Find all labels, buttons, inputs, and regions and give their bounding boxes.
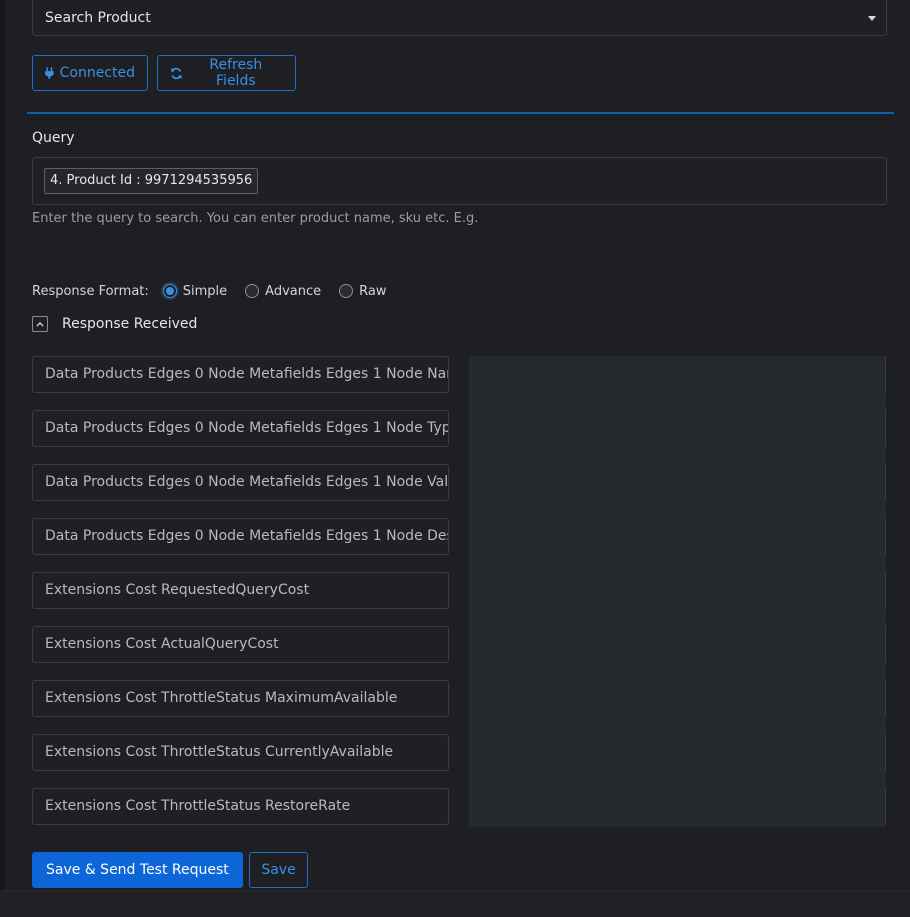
radio-dot-icon xyxy=(162,284,177,298)
radio-advance-label: Advance xyxy=(265,283,322,299)
response-field-name[interactable]: Data Products Edges 0 Node Metafields Ed… xyxy=(32,464,449,501)
response-field-name[interactable]: Extensions Cost RequestedQueryCost xyxy=(32,572,449,609)
query-label: Query xyxy=(32,130,75,146)
chevron-up-icon[interactable] xyxy=(32,316,48,332)
response-field-name[interactable]: Extensions Cost ThrottleStatus Currently… xyxy=(32,734,449,771)
response-received-label: Response Received xyxy=(62,316,198,332)
response-field-name[interactable]: Data Products Edges 0 Node Metafields Ed… xyxy=(32,518,449,555)
response-format-group: Response Format: Simple Advance Raw xyxy=(32,281,404,301)
query-help-text: Enter the query to search. You can enter… xyxy=(32,211,479,226)
section-divider xyxy=(27,112,894,114)
response-value[interactable] xyxy=(469,464,886,501)
save-button[interactable]: Save xyxy=(249,852,308,888)
radio-dot-icon xyxy=(245,284,260,298)
response-field-name[interactable]: Extensions Cost ThrottleStatus MaximumAv… xyxy=(32,680,449,717)
plug-icon xyxy=(45,67,54,79)
product-select-value: Search Product xyxy=(45,10,151,26)
radio-raw[interactable]: Raw xyxy=(339,284,386,299)
response-value[interactable] xyxy=(469,518,886,555)
response-value[interactable] xyxy=(469,410,886,447)
response-field-name[interactable]: Data Products Edges 0 Node Metafields Ed… xyxy=(32,410,449,447)
radio-advance[interactable]: Advance xyxy=(245,284,321,299)
radio-dot-icon xyxy=(339,284,354,298)
response-value[interactable] xyxy=(469,788,886,825)
connected-label: Connected xyxy=(59,65,135,81)
query-input[interactable]: 4. Product Id : 9971294535956 xyxy=(32,157,887,205)
refresh-fields-label: Refresh Fields xyxy=(209,57,263,89)
response-received-toggle[interactable]: Response Received xyxy=(32,316,197,332)
response-format-label: Response Format: xyxy=(32,283,149,299)
radio-simple[interactable]: Simple xyxy=(162,283,228,299)
connected-button[interactable]: Connected xyxy=(32,55,148,91)
save-label: Save xyxy=(261,862,296,878)
query-token[interactable]: 4. Product Id : 9971294535956 xyxy=(44,168,259,194)
response-value[interactable] xyxy=(469,356,886,393)
response-field-name[interactable]: Data Products Edges 0 Node Metafields Ed… xyxy=(32,356,449,393)
chevron-down-icon xyxy=(868,16,876,21)
response-value[interactable] xyxy=(469,680,886,717)
response-field-name[interactable]: Extensions Cost ThrottleStatus RestoreRa… xyxy=(32,788,449,825)
refresh-icon xyxy=(170,67,182,79)
product-select[interactable]: Search Product xyxy=(32,0,887,36)
response-value[interactable] xyxy=(469,572,886,609)
left-rail xyxy=(0,0,7,890)
bottom-bar xyxy=(0,890,910,917)
response-field-name[interactable]: Extensions Cost ActualQueryCost xyxy=(32,626,449,663)
refresh-fields-button[interactable]: Refresh Fields xyxy=(157,55,296,91)
save-send-test-button[interactable]: Save & Send Test Request xyxy=(32,852,243,888)
response-values-panel xyxy=(469,356,886,827)
radio-raw-label: Raw xyxy=(359,283,387,299)
response-value[interactable] xyxy=(469,626,886,663)
radio-simple-label: Simple xyxy=(182,283,228,299)
response-value[interactable] xyxy=(469,734,886,771)
